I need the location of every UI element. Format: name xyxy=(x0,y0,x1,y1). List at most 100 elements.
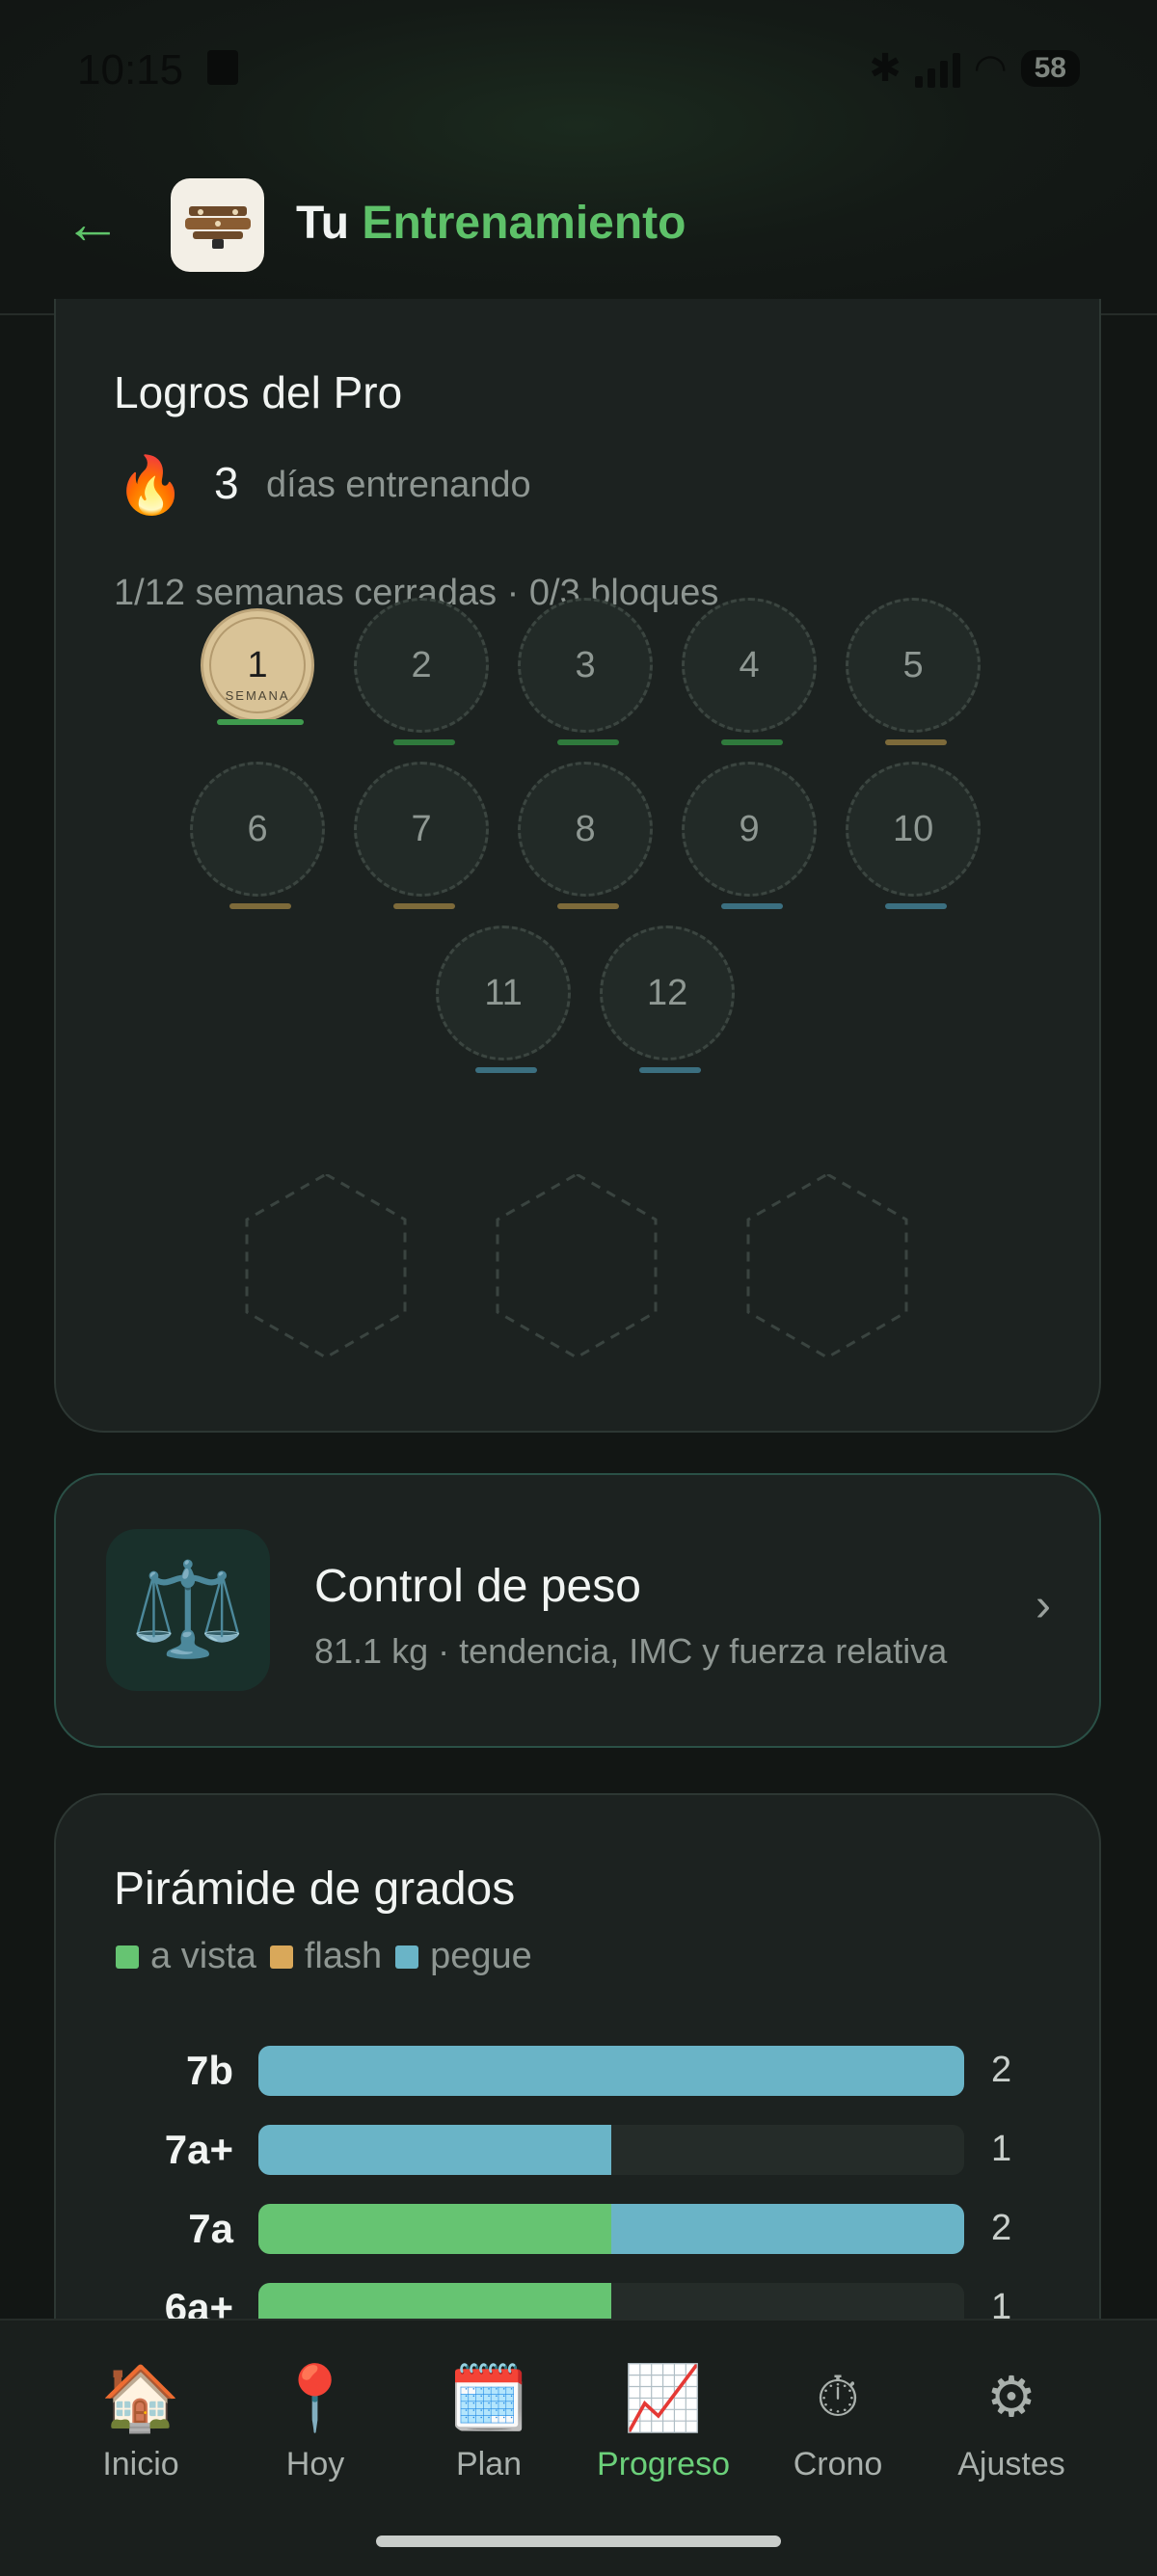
nav-item-label: Hoy xyxy=(285,2446,345,2482)
nav-item-progreso[interactable]: 📈 Progreso xyxy=(586,2359,740,2483)
grade-pyramid-title: Pirámide de grados xyxy=(114,1864,516,1915)
app-logo-icon xyxy=(171,178,264,272)
week-medal-6[interactable]: 6 xyxy=(190,762,326,909)
wifi-icon: ◠ xyxy=(973,47,1008,90)
block-badges xyxy=(245,1174,908,1357)
grade-bar-pegue xyxy=(611,2204,964,2254)
week-medal-underline xyxy=(885,903,948,909)
nav-item-plan[interactable]: 🗓️ Plan xyxy=(412,2359,566,2483)
weight-card-title: Control de peso xyxy=(314,1561,641,1612)
hoy-icon: 📍 xyxy=(275,2362,356,2433)
grade-label: 7b xyxy=(185,2048,233,2093)
week-medal-underline xyxy=(229,903,292,909)
grade-bar-pegue xyxy=(258,2125,611,2175)
grade-legend: a vista flash pegue xyxy=(116,1936,546,1977)
grade-label: 7a+ xyxy=(164,2127,233,2172)
week-medal-number: 1 xyxy=(247,644,268,685)
week-medal-11[interactable]: 11 xyxy=(436,926,572,1073)
grade-pyramid-card: Pirámide de grados a vista flash pegue 7… xyxy=(54,1793,1101,2333)
achievements-title: Logros del Pro xyxy=(114,367,403,417)
battery-icon: 58 xyxy=(1020,50,1080,87)
week-medal-underline xyxy=(217,719,305,725)
week-medal-number: 2 xyxy=(411,644,432,685)
streak-label: días entrenando xyxy=(266,465,531,505)
nav-item-label: Progreso xyxy=(597,2446,730,2482)
achievements-card: Logros del Pro 🔥 3 días entrenando 1/12 … xyxy=(54,299,1101,1433)
week-medal-5[interactable]: 5 xyxy=(846,598,982,745)
week-medal-10[interactable]: 10 xyxy=(846,762,982,909)
home-indicator[interactable] xyxy=(376,2536,781,2547)
grade-bar-pegue xyxy=(258,2046,964,2096)
app-title-prefix: Tu xyxy=(296,198,350,249)
nav-item-label: Plan xyxy=(455,2446,523,2482)
week-medal-number: 12 xyxy=(646,972,688,1013)
grade-label: 7a xyxy=(188,2206,233,2251)
fire-icon: 🔥 xyxy=(116,454,186,517)
week-medal-underline xyxy=(721,903,784,909)
week-medal-3[interactable]: 3 xyxy=(518,598,654,745)
nav-item-label: Crono xyxy=(793,2446,883,2482)
grade-row: 7a 2 xyxy=(56,2204,1103,2254)
block-badge-2 xyxy=(496,1174,658,1357)
week-medal-underline xyxy=(721,739,784,745)
grade-bar-track xyxy=(258,2204,964,2254)
legend-swatch xyxy=(395,1945,419,1969)
legend-swatch xyxy=(116,1945,139,1969)
grade-count: 2 xyxy=(991,2208,1012,2248)
week-medal-number: 9 xyxy=(739,808,760,849)
week-medal-7[interactable]: 7 xyxy=(354,762,490,909)
week-medal-number: 11 xyxy=(484,972,523,1013)
week-medal-underline xyxy=(393,903,456,909)
ajustes-icon: ⚙ xyxy=(986,2366,1036,2428)
week-medal-12[interactable]: 12 xyxy=(600,926,736,1073)
nav-item-ajustes[interactable]: ⚙ Ajustes xyxy=(934,2359,1089,2483)
legend-a-vista: a vista xyxy=(116,1936,256,1977)
week-medal-number: 5 xyxy=(902,644,924,685)
grade-bar-track xyxy=(258,2046,964,2096)
week-medal-underline xyxy=(557,903,620,909)
week-medal-underline xyxy=(475,1067,538,1073)
legend-swatch xyxy=(269,1945,293,1969)
week-medal-2[interactable]: 2 xyxy=(354,598,490,745)
week-medal-underline xyxy=(393,739,456,745)
nav-item-label: Inicio xyxy=(102,2446,179,2482)
week-medal-underline xyxy=(557,739,620,745)
nav-item-crono[interactable]: ⏱ Crono xyxy=(761,2359,915,2483)
nav-item-inicio[interactable]: 🏠 Inicio xyxy=(64,2359,218,2483)
app-header: ← Tu Entrenamiento xyxy=(0,164,1157,280)
grade-bar-a-vista xyxy=(258,2204,611,2254)
scale-icon: ⚖️ xyxy=(106,1529,270,1691)
nav-item-hoy[interactable]: 📍 Hoy xyxy=(238,2359,392,2483)
signal-icon xyxy=(914,49,960,88)
legend-flash: flash xyxy=(269,1936,382,1977)
weight-control-card[interactable]: ⚖️ Control de peso 81.1 kg · tendencia, … xyxy=(54,1473,1101,1748)
week-medal-underline xyxy=(639,1067,702,1073)
back-arrow-icon[interactable]: ← xyxy=(64,195,121,253)
week-medal-9[interactable]: 9 xyxy=(682,762,818,909)
week-medal-number: 3 xyxy=(575,644,596,685)
week-medal-1[interactable]: 1 SEMANA xyxy=(201,608,315,725)
status-time: 10:15 xyxy=(77,46,184,94)
week-medal-8[interactable]: 8 xyxy=(518,762,654,909)
block-badge-3 xyxy=(746,1174,908,1357)
week-medal-number: 10 xyxy=(892,808,934,849)
legend-pegue: pegue xyxy=(395,1936,532,1977)
grade-count: 1 xyxy=(991,2129,1012,2169)
status-bar: 10:15 ✱ ◠ 58 xyxy=(0,0,1157,140)
crono-icon: ⏱ xyxy=(816,2366,860,2428)
chevron-right-icon: › xyxy=(1036,1580,1051,1631)
sim-icon xyxy=(207,50,238,85)
inicio-icon: 🏠 xyxy=(100,2362,181,2433)
grade-count: 2 xyxy=(991,2050,1012,2090)
week-medal-number: 8 xyxy=(575,808,596,849)
top-bar: 10:15 ✱ ◠ 58 ← Tu Entrenamiento xyxy=(0,0,1157,315)
grade-row: 7a+ 1 xyxy=(56,2125,1103,2175)
week-medal-number: 7 xyxy=(411,808,432,849)
app-title-accent: Entrenamiento xyxy=(362,198,686,249)
week-medal-4[interactable]: 4 xyxy=(682,598,818,745)
week-medal-number: 6 xyxy=(247,808,268,849)
weight-card-subtitle: 81.1 kg · tendencia, IMC y fuerza relati… xyxy=(314,1631,948,1671)
nav-item-label: Ajustes xyxy=(957,2446,1065,2482)
plan-icon: 🗓️ xyxy=(448,2362,529,2433)
app-title: Tu Entrenamiento xyxy=(296,197,686,250)
